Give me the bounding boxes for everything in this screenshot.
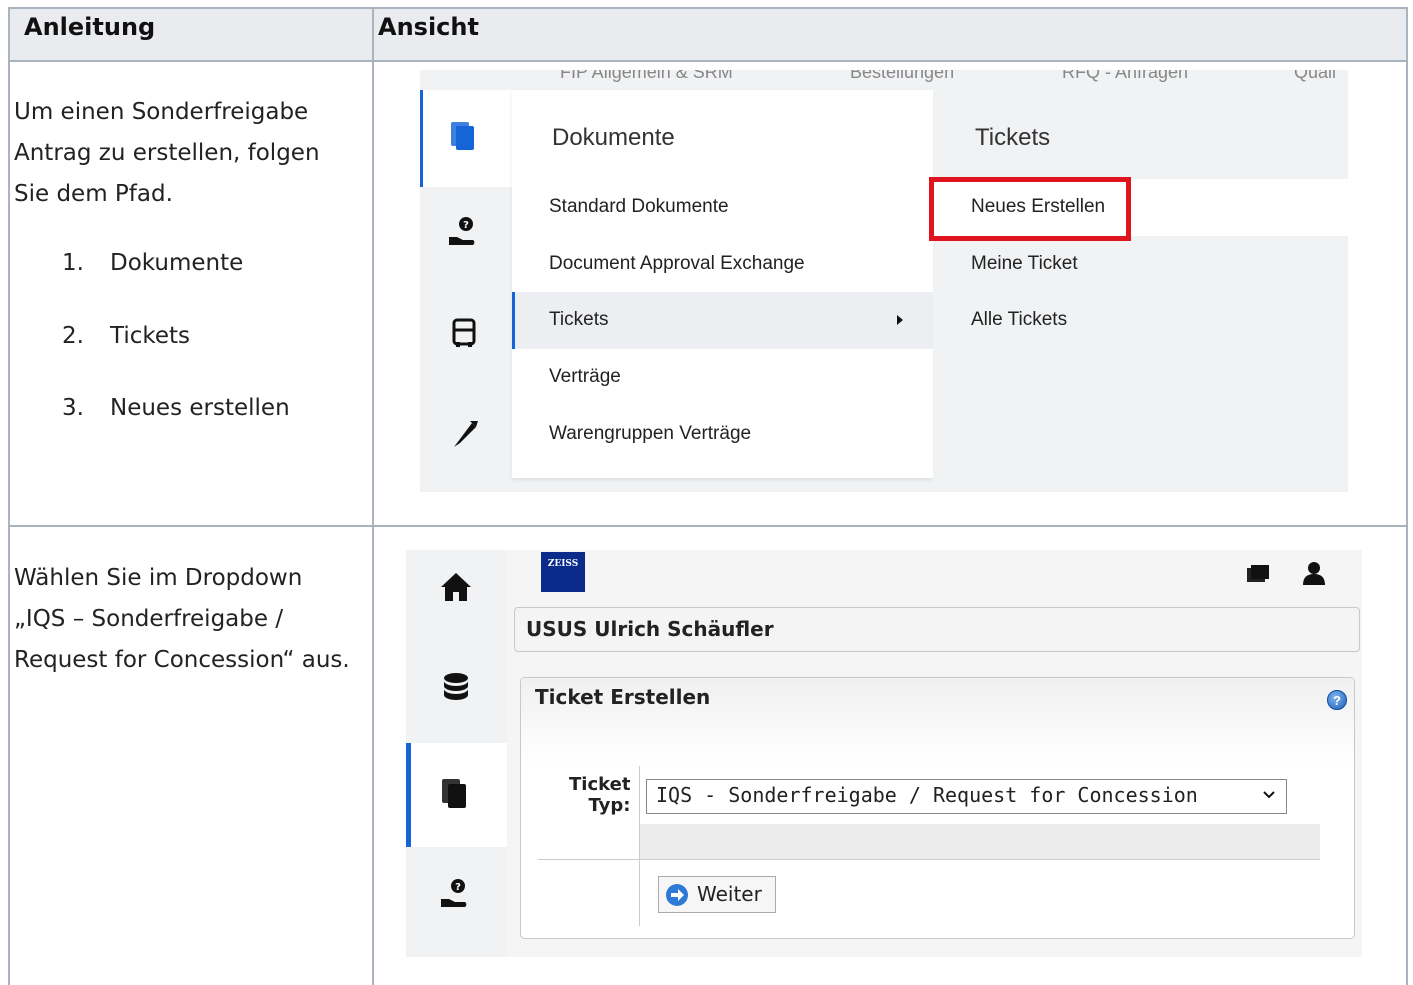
chevron-down-icon <box>1263 791 1275 799</box>
user-bar: USUS Ulrich Schäufler <box>514 607 1360 652</box>
menu-item[interactable]: Alle Tickets <box>971 309 1067 331</box>
svg-text:?: ? <box>455 882 461 893</box>
user-name: USUS Ulrich Schäufler <box>526 617 774 641</box>
home-icon[interactable] <box>438 569 474 605</box>
help-hand-icon[interactable]: ? <box>438 875 474 911</box>
ticket-type-label: Ticket Typ: <box>569 774 630 816</box>
top-navigation: FIP Allgemein & SRM Bestellungen RFQ - A… <box>560 70 1348 90</box>
step-text: Dokumente <box>110 250 244 276</box>
selected-option: IQS - Sonderfreigabe / Request for Conce… <box>656 783 1198 807</box>
label-line: Ticket <box>569 774 631 795</box>
panel-title: Dokumente <box>552 124 675 151</box>
panel-title: Tickets <box>975 124 1051 151</box>
weiter-button[interactable]: Weiter <box>658 876 776 913</box>
menu-item[interactable]: Verträge <box>549 366 621 388</box>
step-1: 1. Dokumente <box>62 250 243 276</box>
user-icon[interactable] <box>1301 560 1327 586</box>
chevron-right-icon <box>897 315 903 325</box>
menu-item[interactable]: Warengruppen Verträge <box>549 423 751 445</box>
tickets-submenu: Tickets Neues Erstellen Meine Ticket All… <box>933 90 1348 492</box>
menu-item[interactable]: Standard Dokumente <box>549 196 729 218</box>
red-highlight-box <box>929 177 1131 241</box>
zeiss-logo: ZEISS <box>541 552 585 592</box>
step-3: 3. Neues erstellen <box>62 395 290 421</box>
topnav-item[interactable]: Quali <box>1294 70 1336 83</box>
menu-item[interactable]: Meine Ticket <box>971 253 1078 275</box>
ticket-type-select[interactable]: IQS - Sonderfreigabe / Request for Conce… <box>646 779 1287 814</box>
topnav-item[interactable]: Bestellungen <box>850 70 954 83</box>
svg-text:?: ? <box>463 220 469 231</box>
step-2: 2. Tickets <box>62 323 190 349</box>
column-divider <box>372 9 374 985</box>
header-ansicht: Ansicht <box>378 13 479 41</box>
ticket-form-screenshot: ? ZEISS USUS Ulrich Schäufler Ticket Ers… <box>406 550 1362 957</box>
navigation-menu-screenshot: FIP Allgemein & SRM Bestellungen RFQ - A… <box>420 70 1348 492</box>
row2-instruction-text: Wählen Sie im Dropdown „IQS – Sonderfrei… <box>14 565 350 673</box>
menu-item-tickets[interactable]: Tickets <box>549 309 608 331</box>
database-icon[interactable] <box>438 670 474 706</box>
caliper-icon[interactable] <box>446 415 482 451</box>
step-text: Neues erstellen <box>110 395 290 421</box>
documents-icon[interactable] <box>438 775 474 811</box>
header-anleitung: Anleitung <box>24 13 156 41</box>
truck-icon[interactable] <box>446 315 482 351</box>
documents-submenu: Dokumente Standard Dokumente Document Ap… <box>512 90 933 478</box>
topnav-item[interactable]: FIP Allgemein & SRM <box>560 70 733 83</box>
step-text: Tickets <box>110 323 191 349</box>
step-number: 1. <box>62 250 84 276</box>
topnav-item[interactable]: RFQ - Anfragen <box>1062 70 1188 83</box>
step-number: 3. <box>62 395 84 421</box>
row1-instruction-text: Um einen Sonderfreigabe Antrag zu erstel… <box>14 99 320 207</box>
table-header-row: Anleitung Ansicht <box>10 9 1406 62</box>
documents-icon[interactable] <box>446 117 482 153</box>
ticket-panel-title: Ticket Erstellen <box>535 685 711 709</box>
row-divider <box>538 859 1320 860</box>
help-icon[interactable]: ? <box>1327 690 1347 710</box>
ticket-create-panel: Ticket Erstellen ? Ticket Typ: IQS - Son… <box>520 677 1355 939</box>
windows-icon[interactable] <box>1244 562 1272 586</box>
arrow-right-icon <box>666 884 688 906</box>
button-label: Weiter <box>697 882 762 906</box>
help-hand-icon[interactable]: ? <box>446 213 482 249</box>
row-divider <box>10 525 1406 527</box>
step-number: 2. <box>62 323 84 349</box>
menu-item[interactable]: Document Approval Exchange <box>549 253 805 275</box>
empty-form-row <box>640 824 1320 859</box>
label-line: Typ: <box>588 795 631 816</box>
